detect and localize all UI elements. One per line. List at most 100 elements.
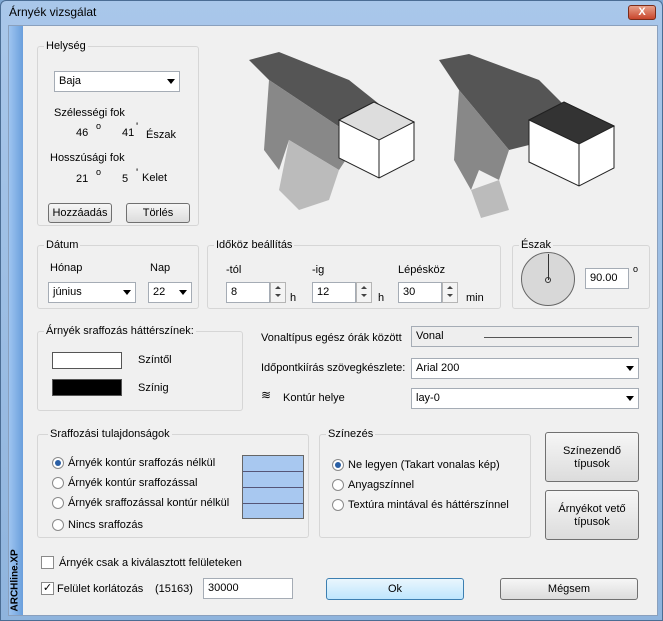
spin-down-icon[interactable] — [443, 292, 457, 301]
degree-mark: o — [633, 264, 639, 274]
day-label: Nap — [150, 262, 171, 274]
to-spinner[interactable] — [356, 282, 372, 303]
szinezes-option-2-label[interactable]: Textúra mintával és háttérszínnel — [348, 499, 509, 511]
szinezes-option-2-radio[interactable] — [332, 499, 344, 511]
spin-down-icon[interactable] — [271, 292, 285, 301]
chevron-down-icon — [626, 366, 634, 371]
lon-deg: 21 — [76, 173, 89, 185]
sraff-option-3-label[interactable]: Nincs sraffozás — [68, 519, 143, 531]
lon-label: Hosszúsági fok — [50, 152, 125, 164]
to-input[interactable]: 12 — [312, 282, 356, 303]
linetype-select[interactable]: Vonal — [411, 326, 639, 347]
degree-mark: o — [96, 121, 102, 131]
close-button[interactable]: X — [628, 5, 656, 20]
helyseg-title: Helység — [44, 40, 88, 52]
from-spinner[interactable] — [270, 282, 286, 303]
lon-min: 5 — [122, 173, 129, 185]
szinezes-option-1-label[interactable]: Anyagszínnel — [348, 479, 414, 491]
add-button[interactable]: Hozzáadás — [48, 203, 112, 223]
chevron-down-icon — [123, 290, 131, 295]
brand-label: ARCHline.XP — [9, 549, 21, 612]
minute-mark: ' — [136, 121, 139, 133]
ok-button[interactable]: Ok — [326, 578, 464, 600]
idokoz-group: Időköz beállítás -tól 8 h -ig 12 h Lépés… — [207, 239, 501, 309]
linetype-label: Vonaltípus egész órák között — [261, 332, 402, 344]
szinezes-option-0-label[interactable]: Ne legyen (Takart vonalas kép) — [348, 459, 500, 471]
window-title: Árnyék vizsgálat — [9, 5, 97, 19]
to-unit: h — [378, 292, 385, 304]
sraff-option-0-label[interactable]: Árnyék kontúr sraffozás nélkül — [68, 457, 215, 469]
city-select[interactable]: Baja — [54, 71, 180, 92]
hatch-line — [243, 487, 303, 488]
dialog-window: Árnyék vizsgálat X ARCHline.XP Helység B… — [0, 0, 663, 621]
sraff-option-2-label[interactable]: Árnyék sraffozással kontúr nélkül — [68, 497, 229, 509]
arnyekvető-button[interactable]: Árnyékot vető típusok — [545, 490, 639, 540]
compass-center — [545, 277, 551, 283]
step-label: Lépésköz — [398, 264, 446, 276]
minute-mark: ' — [136, 167, 139, 179]
lon-dir: Kelet — [142, 172, 168, 184]
hatter-title: Árnyék sraffozás háttérszínek: — [44, 325, 196, 337]
spin-up-icon[interactable] — [271, 283, 285, 292]
to-color-swatch[interactable] — [52, 379, 122, 396]
only-selected-label[interactable]: Árnyék csak a kiválasztott felületeken — [59, 557, 242, 569]
from-input[interactable]: 8 — [226, 282, 270, 303]
limit-label[interactable]: Felület korlátozás — [57, 583, 143, 595]
day-select[interactable]: 22 — [148, 282, 192, 303]
cancel-button[interactable]: Mégsem — [500, 578, 638, 600]
step-unit: min — [466, 292, 484, 304]
limit-checkbox[interactable]: ✓ — [41, 582, 54, 595]
degree-mark: o — [96, 167, 102, 177]
from-label: -tól — [226, 264, 242, 276]
eszak-group: Észak 90.00 o — [512, 239, 650, 309]
hatter-group: Árnyék sraffozás háttérszínek: Színtől S… — [37, 325, 243, 411]
lat-min: 41 — [122, 127, 135, 139]
north-angle-input[interactable]: 90.00 — [585, 268, 629, 289]
chevron-down-icon — [167, 79, 175, 84]
contour-label: Kontúr helye — [283, 392, 345, 404]
day-value: 22 — [153, 286, 166, 298]
from-color-label: Színtől — [138, 354, 172, 366]
city-value: Baja — [59, 75, 82, 87]
spin-down-icon[interactable] — [357, 292, 371, 301]
datum-group: Dátum Hónap Nap június 22 — [37, 239, 199, 309]
month-label: Hónap — [50, 262, 83, 274]
font-label: Időpontkiírás szövegkészlete: — [261, 362, 406, 374]
delete-button[interactable]: Törlés — [126, 203, 190, 223]
limit-input[interactable]: 30000 — [203, 578, 293, 599]
sraff-group: Sraffozási tulajdonságok Árnyék kontúr s… — [37, 428, 309, 538]
font-select[interactable]: Arial 200 — [411, 358, 639, 379]
sraff-option-1-radio[interactable] — [52, 477, 64, 489]
idokoz-title: Időköz beállítás — [214, 239, 295, 251]
limit-count: (15163) — [155, 583, 193, 595]
linetype-value: Vonal — [416, 330, 444, 342]
szinezendo-button[interactable]: Színezendő típusok — [545, 432, 639, 482]
sraff-option-1-label[interactable]: Árnyék kontúr sraffozással — [68, 477, 197, 489]
datum-title: Dátum — [44, 239, 81, 251]
szinezes-option-0-radio[interactable] — [332, 459, 344, 471]
title-bar[interactable]: Árnyék vizsgálat X — [1, 1, 662, 23]
hatch-line — [243, 471, 303, 472]
north-compass[interactable] — [521, 252, 575, 306]
step-input[interactable]: 30 — [398, 282, 442, 303]
szinezes-group: Színezés Ne legyen (Takart vonalas kép) … — [319, 428, 531, 538]
only-selected-checkbox[interactable] — [41, 556, 54, 569]
spin-up-icon[interactable] — [443, 283, 457, 292]
linetype-preview — [484, 337, 632, 338]
hatch-swatch[interactable] — [242, 455, 304, 519]
spin-up-icon[interactable] — [357, 283, 371, 292]
sraff-option-3-radio[interactable] — [52, 519, 64, 531]
szinezes-option-1-radio[interactable] — [332, 479, 344, 491]
chevron-down-icon — [626, 396, 634, 401]
contour-select[interactable]: lay-0 — [411, 388, 639, 409]
sraff-option-0-radio[interactable] — [52, 457, 64, 469]
month-select[interactable]: június — [48, 282, 136, 303]
from-unit: h — [290, 292, 297, 304]
from-color-swatch[interactable] — [52, 352, 122, 369]
preview-right — [439, 54, 616, 218]
layers-icon: ≋ — [261, 388, 272, 402]
font-value: Arial 200 — [416, 362, 460, 374]
helyseg-group: Helység Baja Szélességi fok 46 o 41 ' És… — [37, 40, 199, 226]
step-spinner[interactable] — [442, 282, 458, 303]
sraff-option-2-radio[interactable] — [52, 497, 64, 509]
